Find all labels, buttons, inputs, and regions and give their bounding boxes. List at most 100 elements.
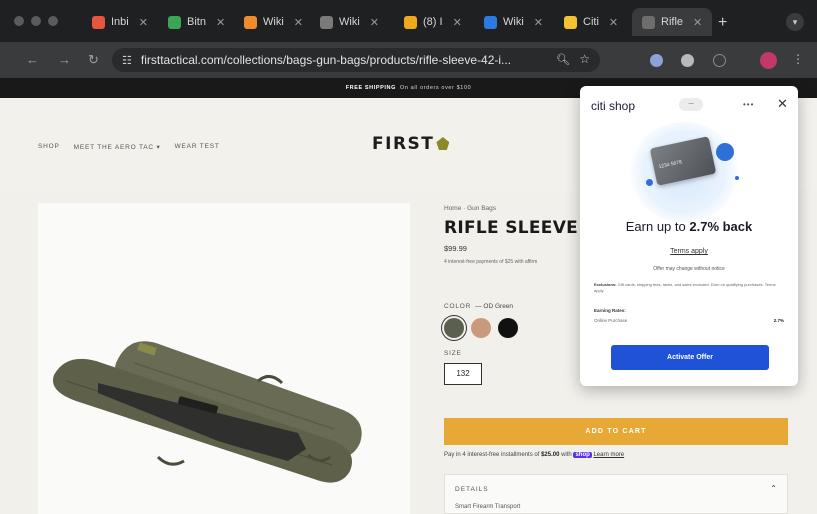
earning-rates-label: Earning Rates: (594, 308, 626, 313)
announcement-bold: FREE SHIPPING (345, 85, 396, 91)
earning-rate-value: 2.7% (773, 318, 784, 323)
zoom-icon[interactable]: 🔍︎ (556, 53, 570, 66)
browser-tab[interactable]: Wiki ✕ (320, 8, 379, 36)
earning-rate-row: Online Purchase 2.7% (594, 318, 784, 323)
decor-dot-icon (735, 176, 739, 180)
reload-icon[interactable]: ↻ (88, 52, 99, 68)
browser-tab[interactable]: Citi ✕ (564, 8, 618, 36)
tab-label: Wiki (263, 16, 284, 28)
browser-tab-strip: Inbi ✕ Bitn ✕ Wiki ✕ Wiki ✕ (8) I ✕ Wiki ✕ Cit… (0, 0, 817, 42)
tab-favicon-icon (642, 15, 655, 29)
learn-more-link[interactable]: Learn more (593, 452, 624, 458)
browser-tab-active[interactable]: Rifle ✕ (632, 8, 713, 36)
browser-tab[interactable]: Bitn ✕ (168, 8, 225, 36)
close-tab-icon[interactable]: ✕ (216, 16, 225, 29)
exclusions-text: Exclusions: Gift cards, shipping fees, t… (594, 282, 784, 294)
nav-item-wear-test[interactable]: WEAR TEST (175, 143, 220, 151)
tab-label: Wiki (339, 16, 360, 28)
extension-icon[interactable] (681, 54, 694, 67)
close-window-icon[interactable] (14, 16, 24, 26)
close-icon[interactable]: ✕ (777, 96, 788, 112)
earn-headline: Earn up to 2.7% back (580, 219, 798, 234)
decor-bubble-icon (716, 143, 734, 161)
close-tab-icon[interactable]: ✕ (294, 16, 303, 29)
close-tab-icon[interactable]: ✕ (453, 16, 462, 29)
product-image[interactable] (38, 203, 410, 514)
tab-favicon-icon (484, 15, 497, 29)
forward-arrow-icon[interactable]: → (58, 52, 71, 67)
tab-search-icon[interactable]: ▾ (786, 13, 804, 31)
tab-label: Citi (583, 16, 599, 28)
close-tab-icon[interactable]: ✕ (534, 16, 543, 29)
extension-icon[interactable] (650, 54, 663, 67)
card-number: 1234 5678 (658, 159, 683, 171)
tab-label: (8) I (423, 16, 443, 28)
shoppay-amount: $25.00 (541, 452, 560, 458)
swatch-black[interactable] (498, 318, 518, 338)
citi-shop-logo: citi shop (591, 99, 636, 113)
tab-label: Inbi (111, 16, 129, 28)
tab-label: Bitn (187, 16, 206, 28)
earning-rate-name: Online Purchase (594, 318, 628, 323)
citi-shop-popup: citi shop — ••• ✕ 1234 5678 Earn up to 2… (580, 86, 798, 386)
earn-prefix: Earn up to (625, 219, 686, 234)
shoppay-prefix: Pay in 4 interest-free installments of (444, 452, 540, 458)
url-text[interactable]: firsttactical.com/collections/bags-gun-b… (141, 53, 549, 67)
back-arrow-icon[interactable]: ← (26, 52, 39, 67)
color-selected-text: — OD Green (475, 303, 514, 310)
tab-favicon-icon (564, 15, 577, 29)
add-to-cart-button[interactable]: ADD TO CART (444, 418, 788, 445)
browser-tab[interactable]: (8) I ✕ (404, 8, 462, 36)
chevron-up-icon[interactable]: ⌃ (770, 484, 777, 493)
nav-item-shop[interactable]: SHOP (38, 143, 60, 151)
close-tab-icon[interactable]: ✕ (693, 16, 702, 29)
nav-item-meet-aero-tac[interactable]: MEET THE AERO TAC ▾ (74, 143, 161, 151)
color-label-text: COLOR (444, 303, 472, 310)
tab-label: Wiki (503, 16, 524, 28)
logo-text: FIRST (372, 134, 435, 154)
new-tab-icon[interactable]: + (718, 14, 727, 32)
rifle-sleeve-image (52, 341, 362, 483)
window-controls[interactable] (14, 16, 58, 26)
close-tab-icon[interactable]: ✕ (370, 16, 379, 29)
exclusions-body: Gift cards, shipping fees, taxes, and sa… (594, 282, 776, 293)
shoppay-logo: shop (573, 452, 592, 458)
tab-favicon-icon (404, 15, 417, 29)
terms-link[interactable]: Terms apply (580, 248, 798, 255)
exclusions-label: Exclusions: (594, 282, 617, 287)
maximize-window-icon[interactable] (48, 16, 58, 26)
minimize-window-icon[interactable] (31, 16, 41, 26)
swatch-tan[interactable] (471, 318, 491, 338)
decor-dot-icon (646, 179, 653, 186)
swatch-od-green[interactable] (444, 318, 464, 338)
more-options-icon[interactable]: ••• (743, 100, 754, 109)
browser-tab[interactable]: Wiki ✕ (244, 8, 303, 36)
activate-offer-button[interactable]: Activate Offer (611, 345, 769, 370)
details-label: DETAILS (455, 486, 489, 493)
close-tab-icon[interactable]: ✕ (139, 16, 148, 29)
browser-tab[interactable]: Wiki ✕ (484, 8, 543, 36)
size-option[interactable]: 132 (444, 363, 482, 385)
details-accordion[interactable]: DETAILS ⌃ Smart Firearm Transport (444, 474, 788, 514)
profile-avatar[interactable] (760, 52, 777, 69)
address-bar[interactable]: ☷ firsttactical.com/collections/bags-gun… (112, 48, 600, 72)
tab-favicon-icon (320, 15, 333, 29)
logo-mark-icon (436, 137, 450, 150)
browser-toolbar: ← → ↻ ☷ firsttactical.com/collections/ba… (0, 42, 817, 78)
details-first-line: Smart Firearm Transport (455, 504, 521, 510)
shoppay-with: with (561, 452, 572, 458)
extensions-puzzle-icon[interactable] (713, 54, 726, 67)
tab-favicon-icon (92, 15, 105, 29)
earn-value: 2.7% back (689, 219, 753, 234)
tab-favicon-icon (244, 15, 257, 29)
browser-menu-icon[interactable]: ⋮ (792, 52, 804, 66)
browser-tab[interactable]: Inbi ✕ (92, 8, 148, 36)
tab-label: Rifle (661, 16, 684, 28)
shoppay-message: Pay in 4 interest-free installments of $… (444, 452, 788, 458)
site-info-icon[interactable]: ☷ (122, 54, 132, 67)
citi-toggle[interactable]: — (679, 98, 703, 111)
site-logo[interactable]: FIRST (372, 134, 450, 154)
close-tab-icon[interactable]: ✕ (609, 16, 618, 29)
main-nav: SHOP MEET THE AERO TAC ▾ WEAR TEST (38, 143, 220, 151)
bookmark-star-icon[interactable]: ☆ (579, 52, 590, 66)
